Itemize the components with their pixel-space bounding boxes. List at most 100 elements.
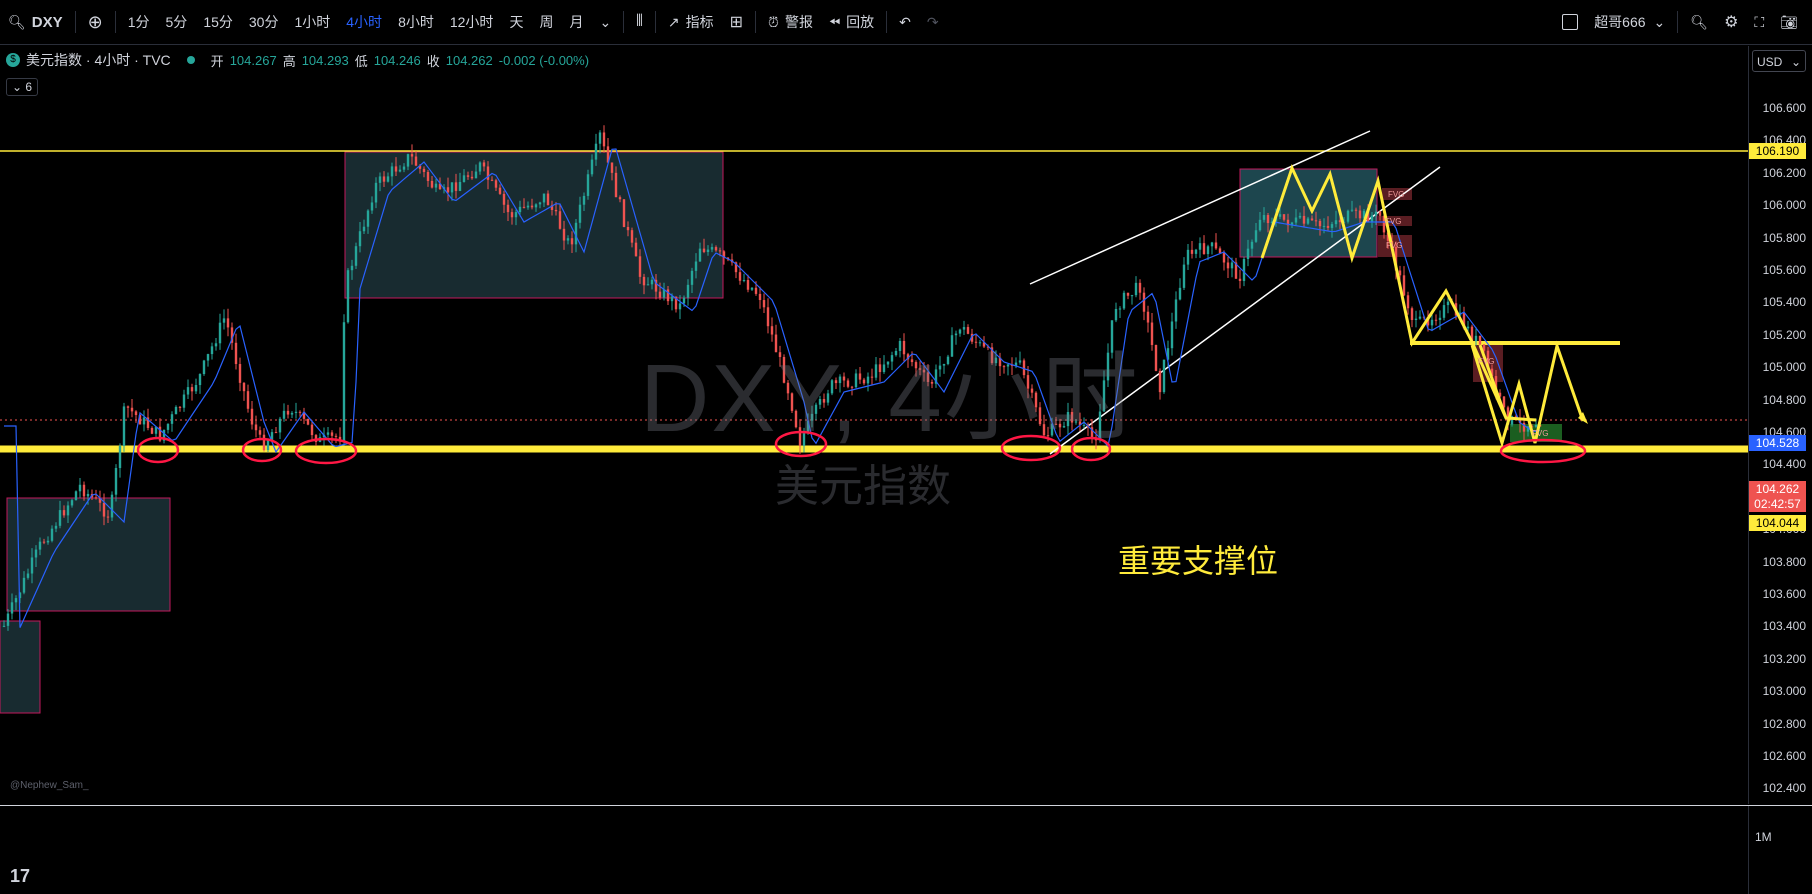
- interval-day[interactable]: 天: [501, 0, 531, 44]
- price-tick-label: 104.800: [1752, 393, 1806, 407]
- undo-button[interactable]: ↶: [891, 0, 919, 44]
- chevron-down-icon: ⌄: [1654, 14, 1666, 31]
- candle-body: [275, 432, 277, 433]
- candle-body: [183, 395, 185, 408]
- templates-button[interactable]: ⊞: [722, 0, 751, 44]
- candle-body: [243, 383, 245, 391]
- separator: [655, 11, 656, 33]
- symbol-search[interactable]: 🔍︎ DXY: [0, 0, 71, 44]
- candle-body: [1295, 218, 1297, 223]
- candle-body: [539, 202, 541, 204]
- interval-week[interactable]: 周: [531, 0, 561, 44]
- candle-body: [643, 277, 645, 285]
- candle-body: [483, 162, 485, 166]
- interval-1m[interactable]: 1分: [120, 0, 158, 44]
- interval-5m[interactable]: 5分: [158, 0, 196, 44]
- candle-body: [1211, 242, 1213, 246]
- indicators-label: 指标: [686, 12, 714, 32]
- candle-body: [535, 204, 537, 207]
- candle-body: [135, 411, 137, 415]
- candle-body: [63, 510, 65, 515]
- alert-button[interactable]: ⏰︎ 警报: [760, 0, 821, 44]
- candle-body: [287, 411, 289, 415]
- grid-icon: ⊞: [730, 12, 743, 32]
- candle-body: [1171, 322, 1173, 349]
- separator: [755, 11, 756, 33]
- candle-body: [1147, 312, 1149, 323]
- redo-button[interactable]: ↷: [919, 0, 947, 44]
- candle-body: [559, 211, 561, 229]
- candle-body: [387, 176, 389, 181]
- candle-body: [1415, 319, 1417, 320]
- price-tick-label: 102.400: [1752, 781, 1806, 795]
- replay-button[interactable]: ⏪︎ 回放: [821, 0, 882, 44]
- candle-body: [283, 411, 285, 419]
- redo-icon: ↷: [927, 14, 939, 31]
- legend-title[interactable]: 美元指数 · 4小时 · TVC: [26, 50, 171, 70]
- support-price-label: 104.044: [1749, 515, 1806, 531]
- candle-body: [47, 541, 49, 543]
- candle-body: [599, 132, 601, 143]
- interval-15m[interactable]: 15分: [195, 0, 241, 44]
- ma-price-label: 104.528: [1749, 435, 1806, 451]
- candle-body: [467, 175, 469, 176]
- candle-body: [83, 485, 85, 497]
- candle-body: [331, 432, 333, 435]
- candle-body: [1319, 221, 1321, 226]
- interval-1h[interactable]: 1小时: [286, 0, 338, 44]
- currency-select[interactable]: USD ⌄: [1752, 50, 1806, 72]
- candle-body: [55, 526, 57, 529]
- candle-body: [659, 292, 661, 298]
- interval-30m[interactable]: 30分: [241, 0, 287, 44]
- add-symbol-button[interactable]: ⊕: [80, 0, 111, 44]
- candle-body: [531, 206, 533, 208]
- interval-month[interactable]: 月: [561, 0, 591, 44]
- candle-body: [1163, 360, 1165, 392]
- tradingview-logo[interactable]: 17: [10, 866, 30, 887]
- fullscreen-button[interactable]: ⛶: [1746, 0, 1772, 44]
- settings-button[interactable]: ⚙: [1716, 0, 1746, 44]
- interval-8h[interactable]: 8小时: [390, 0, 442, 44]
- candle-body: [1479, 336, 1481, 345]
- candle-body: [755, 288, 757, 294]
- candle-body: [507, 205, 509, 212]
- watermark-symbol: DXY, 4小时: [640, 320, 1140, 459]
- candle-body: [543, 194, 545, 203]
- candle-body: [15, 598, 17, 602]
- candle-body: [471, 177, 473, 178]
- plus-circle-icon: ⊕: [88, 12, 103, 33]
- candle-body: [227, 318, 229, 327]
- pane-separator[interactable]: [0, 805, 1812, 806]
- candle-body: [215, 343, 217, 346]
- candle-body: [71, 500, 73, 505]
- candle-body: [695, 262, 697, 271]
- candle-body: [1375, 212, 1377, 216]
- candle-body: [759, 294, 761, 300]
- layout-name-button[interactable]: 超哥666 ⌄: [1586, 0, 1673, 44]
- candle-body: [1223, 253, 1225, 262]
- interval-4h[interactable]: 4小时: [338, 0, 390, 44]
- high-label: 高: [283, 51, 296, 70]
- candle-body: [1535, 425, 1537, 427]
- quick-search-button[interactable]: 🔍︎: [1682, 0, 1716, 44]
- interval-dropdown[interactable]: ⌄: [591, 0, 619, 44]
- candle-body: [207, 354, 209, 361]
- price-tick-label: 104.400: [1752, 457, 1806, 471]
- candle-body: [107, 517, 109, 518]
- candle-body: [375, 183, 377, 203]
- indicators-button[interactable]: ↗ 指标: [660, 0, 722, 44]
- candle-body: [383, 176, 385, 181]
- candle-body: [587, 174, 589, 196]
- price-tick-label: 102.800: [1752, 717, 1806, 731]
- layout-toggle[interactable]: [1554, 0, 1586, 44]
- price-tick-label: 103.600: [1752, 587, 1806, 601]
- snapshot-button[interactable]: 📷︎: [1772, 0, 1812, 44]
- chart-type-button[interactable]: ⫴: [628, 0, 651, 44]
- candle-body: [39, 542, 41, 550]
- volume-axis-label: 1M: [1755, 830, 1772, 844]
- indicators-collapse-button[interactable]: ⌄ 6: [6, 78, 38, 96]
- interval-12h[interactable]: 12小时: [442, 0, 502, 44]
- support-annotation[interactable]: 重要支撑位: [1118, 536, 1278, 582]
- candle-body: [687, 285, 689, 298]
- candle-body: [671, 296, 673, 301]
